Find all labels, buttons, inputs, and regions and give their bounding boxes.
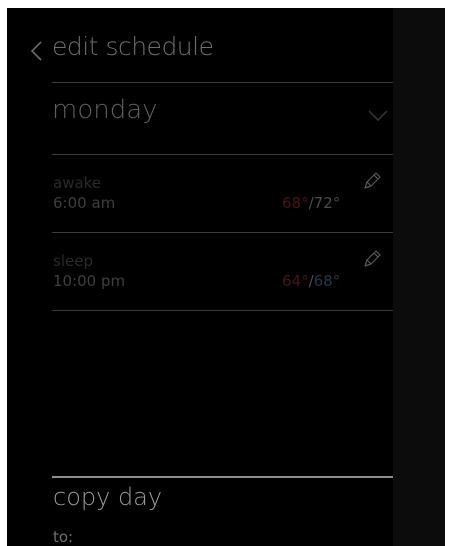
cool-setpoint: 68°: [313, 272, 341, 290]
period-temps: 68°/72°: [282, 194, 340, 212]
chevron-down-icon[interactable]: [367, 109, 389, 122]
period-name: sleep: [53, 252, 93, 270]
period-time: 10:00 pm: [53, 272, 126, 290]
pencil-icon[interactable]: [361, 248, 383, 270]
header-divider: [52, 82, 393, 83]
period-divider: [52, 310, 393, 311]
copy-day-title: copy day: [53, 483, 163, 511]
period-temps: 64°/68°: [282, 272, 340, 290]
period-name: awake: [53, 174, 102, 192]
period-time: 6:00 am: [53, 194, 116, 212]
period-divider: [52, 232, 393, 233]
cool-setpoint: 72°: [313, 194, 341, 212]
edit-schedule-screen: edit schedule monday awake 6:00 am 68°/7…: [7, 8, 445, 546]
copy-divider: [52, 476, 393, 478]
selected-day-label: monday: [52, 95, 158, 125]
schedule-period-awake[interactable]: awake 6:00 am 68°/72°: [52, 156, 393, 232]
page-title: edit schedule: [52, 32, 214, 61]
chevron-left-icon[interactable]: [27, 39, 47, 63]
header: edit schedule: [7, 30, 393, 70]
day-selector[interactable]: monday: [52, 84, 393, 154]
schedule-period-sleep[interactable]: sleep 10:00 pm 64°/68°: [52, 234, 393, 310]
day-divider: [52, 154, 393, 155]
heat-setpoint: 68°: [282, 194, 309, 212]
pencil-icon[interactable]: [361, 170, 383, 192]
heat-setpoint: 64°: [282, 272, 309, 290]
side-panel: [393, 8, 445, 546]
copy-to-label: to:: [53, 528, 74, 546]
